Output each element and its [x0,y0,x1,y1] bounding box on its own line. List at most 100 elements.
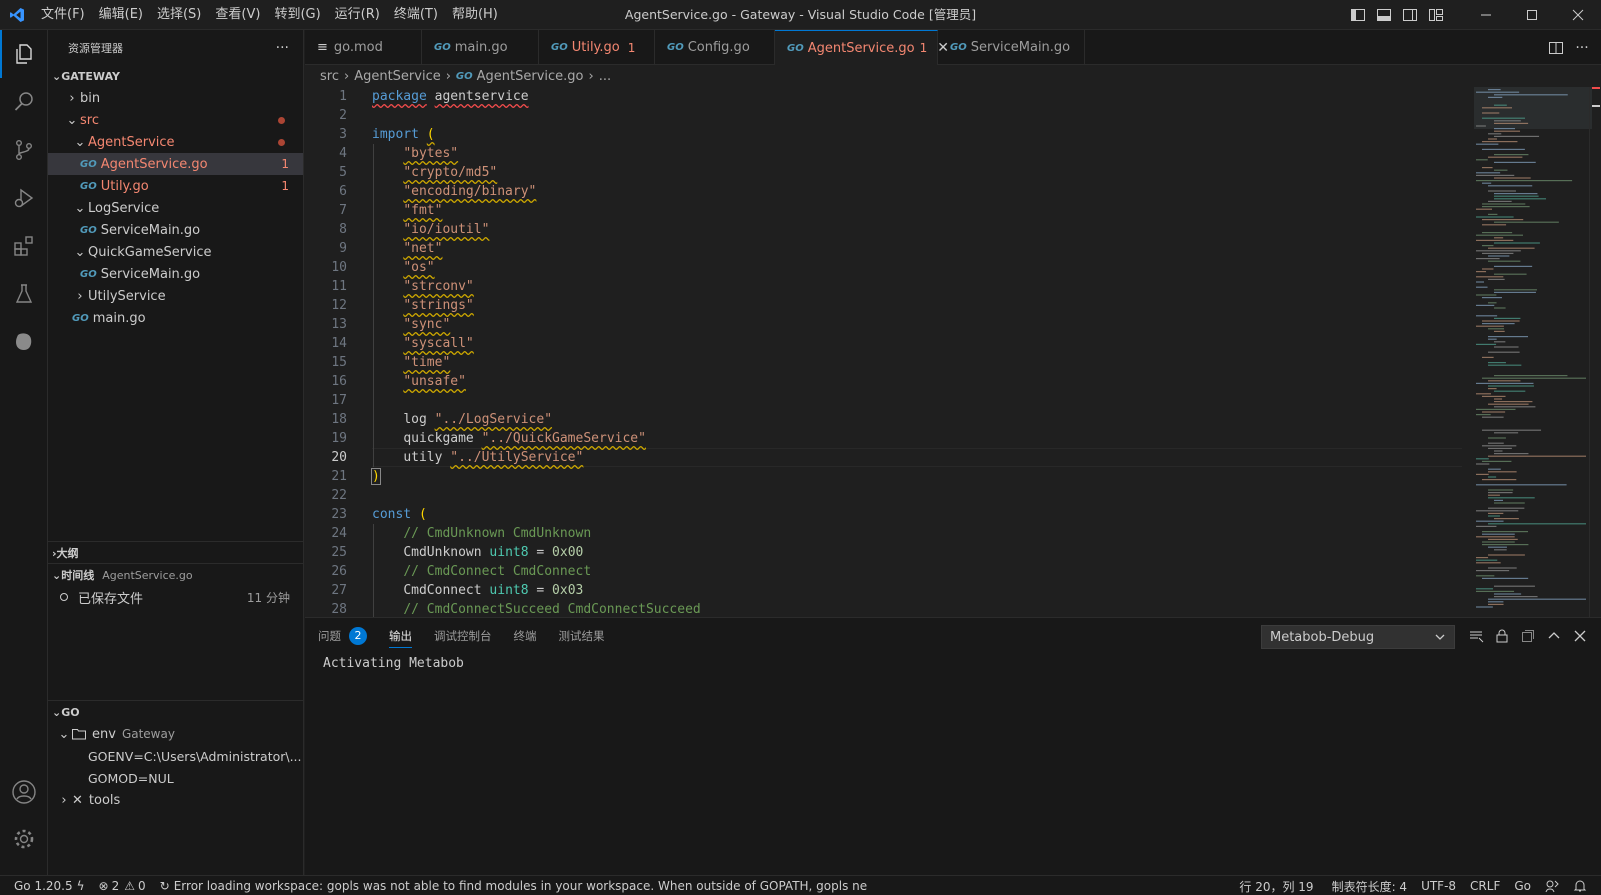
panel-tab-terminal[interactable]: 终端 [514,618,537,654]
tree-folder-quickgameservice[interactable]: ⌄ QuickGameService [48,241,303,263]
maximize-panel-icon[interactable] [1541,618,1567,654]
go-version-item[interactable]: Go 1.20.5 ϟ [0,876,92,895]
tab-utily-go[interactable]: GO Utily.go 1 [539,30,655,65]
eol-item[interactable]: CRLF [1463,876,1507,895]
toggle-primary-sidebar-icon[interactable] [1345,0,1371,30]
tree-file-agentservice-go[interactable]: GO AgentService.go 1 [48,153,303,175]
tab-servicemain-go[interactable]: GO ServiceMain.go [938,30,1085,65]
tree-folder-bin[interactable]: › bin [48,87,303,109]
panel-tab-output[interactable]: 输出 [389,618,412,654]
menu-selection[interactable]: 选择(S) [150,0,208,30]
encoding-item[interactable]: UTF-8 [1414,876,1463,895]
tree-folder-utilyservice[interactable]: › UtilyService [48,285,303,307]
feedback-icon[interactable] [1538,876,1566,895]
more-actions-icon[interactable]: ··· [276,40,289,56]
maximize-icon[interactable] [1509,0,1555,30]
search-icon[interactable] [0,78,48,126]
code-editor[interactable]: 1 2 3 4 5 6 7 8 9 10 11 12 13 14 15 16 17 18 19 20 21 22 23 24 2… [305,87,1601,617]
code-line-4: "bytes" [403,146,459,161]
breadcrumb-src[interactable]: src [320,69,339,84]
chevron-right-icon: › [77,288,83,304]
source-control-icon[interactable] [0,126,48,174]
breadcrumb-file[interactable]: AgentService.go [477,69,584,84]
customize-layout-icon[interactable] [1423,0,1449,30]
tree-file-utily-go[interactable]: GO Utily.go 1 [48,175,303,197]
extensions-icon[interactable] [0,222,48,270]
menu-edit[interactable]: 编辑(E) [92,0,150,30]
timeline-section-header[interactable]: ⌄ 时间线 AgentService.go [48,564,304,586]
code-line-15: "time" [403,355,451,370]
problems-count-badge: 2 [349,627,367,645]
problems-status-item[interactable]: ⊗ 2 ⚠ 0 [92,876,153,895]
timeline-file: AgentService.go [102,568,193,582]
clear-output-icon[interactable] [1463,618,1489,654]
menu-terminal[interactable]: 终端(T) [387,0,445,30]
menu-run[interactable]: 运行(R) [328,0,387,30]
extension-blob-icon[interactable] [0,318,48,366]
editor-more-actions-icon[interactable]: ··· [1569,33,1595,63]
minimize-icon[interactable] [1463,0,1509,30]
run-debug-icon[interactable] [0,174,48,222]
go-env-item[interactable]: ⌄ env Gateway [48,723,304,745]
menu-help[interactable]: 帮助(H) [445,0,505,30]
split-editor-icon[interactable] [1543,33,1569,63]
notifications-bell-icon[interactable] [1566,876,1601,895]
tree-folder-logservice[interactable]: ⌄ LogService [48,197,303,219]
output-channel-select[interactable]: Metabob-Debug [1261,625,1455,649]
workspace-section-header[interactable]: ⌄ GATEWAY [48,65,303,87]
go-tools-item[interactable]: › ✕ tools [48,789,304,811]
gomod-item[interactable]: GOMOD=NUL [48,767,304,789]
toggle-panel-icon[interactable] [1371,0,1397,30]
tree-file-main-go[interactable]: GO main.go [48,307,303,329]
explorer-icon[interactable] [0,30,48,78]
manage-gear-icon[interactable] [0,815,48,863]
close-window-icon[interactable] [1555,0,1601,30]
accounts-icon[interactable] [0,768,48,816]
language-mode-item[interactable]: Go [1507,876,1538,895]
menu-file[interactable]: 文件(F) [34,0,92,30]
circle-icon [60,593,68,601]
line-number: 9 [339,241,347,256]
panel-tab-problems[interactable]: 问题 2 [318,618,367,654]
tree-folder-src[interactable]: ⌄ src [48,109,303,131]
code-line-23: const ( [372,507,427,522]
menu-view[interactable]: 查看(V) [208,0,267,30]
tab-size-item[interactable]: 制表符长度: 4 [1325,876,1415,895]
workspace-error-message[interactable]: ↻ Error loading workspace: gopls was not… [153,876,874,895]
lock-icon[interactable] [1489,618,1515,654]
open-in-editor-icon[interactable] [1515,618,1541,654]
tab-agentservice-go[interactable]: GO AgentService.go 1 ✕ [775,30,949,65]
outline-section-header[interactable]: › 大纲 [48,542,304,564]
cursor-position-item[interactable]: 行 20，列 19 [1232,876,1320,895]
indent-guide [373,144,374,467]
tree-folder-agentservice[interactable]: ⌄ AgentService [48,131,303,153]
minimap[interactable] [1474,87,1592,617]
go-section-header[interactable]: ⌄ GO [48,701,304,723]
panel-tab-test-results[interactable]: 测试结果 [559,618,605,654]
breadcrumb-symbols[interactable]: ... [599,69,611,84]
chevron-down-icon: ⌄ [74,134,86,150]
vscode-logo-icon[interactable] [0,0,34,30]
code-line-16: "unsafe" [403,374,466,389]
testing-icon[interactable] [0,270,48,318]
code-line-5: "crypto/md5" [403,165,498,180]
line-number: 7 [339,203,347,218]
toggle-secondary-sidebar-icon[interactable] [1397,0,1423,30]
breadcrumb-agentservice[interactable]: AgentService [354,69,441,84]
tab-config-go[interactable]: GO Config.go [655,30,775,65]
tree-file-logservice-main[interactable]: GO ServiceMain.go [48,219,303,241]
timeline-entry[interactable]: 已保存文件 11 分钟 [48,586,304,608]
tab-main-go[interactable]: GO main.go [422,30,539,65]
editor-tabs: ≡ go.mod GO main.go GO Utily.go 1 GO Con… [305,30,1601,65]
editor-scrollbar[interactable] [1589,87,1601,617]
line-number: 4 [339,146,347,161]
code-line-8: "io/ioutil" [403,222,490,237]
menu-go[interactable]: 转到(G) [267,0,327,30]
panel-tab-debug-console[interactable]: 调试控制台 [434,618,492,654]
close-panel-icon[interactable] [1567,618,1593,654]
tree-file-quickgame-main[interactable]: GO ServiceMain.go [48,263,303,285]
goenv-item[interactable]: GOENV=C:\Users\Administrator\... [48,745,304,767]
code-line-25: CmdUnknown uint8 = 0x00 [403,545,584,560]
tab-go-mod[interactable]: ≡ go.mod [305,30,422,65]
go-file-icon: GO [80,158,97,170]
